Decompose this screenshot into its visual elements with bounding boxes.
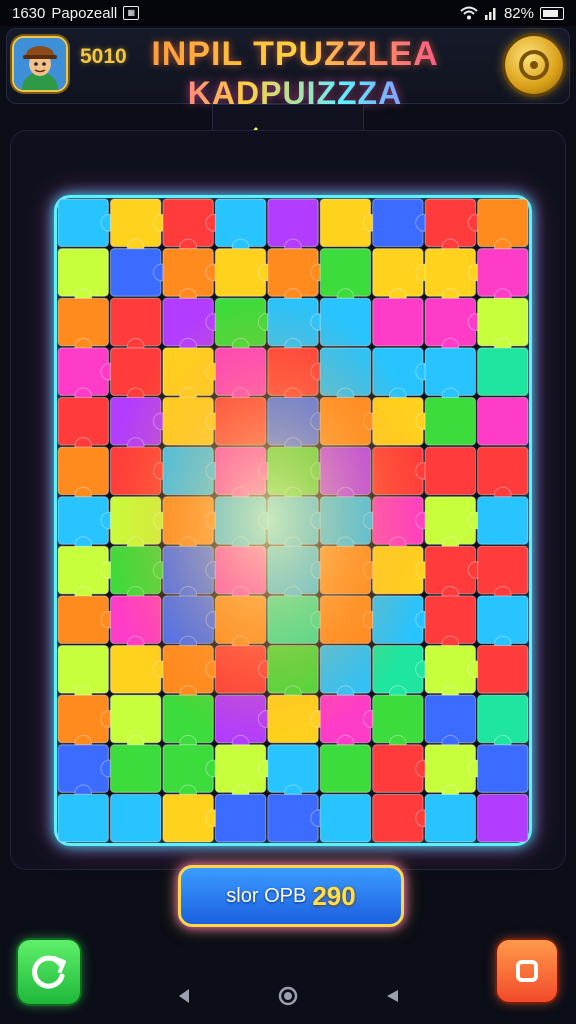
- game-title: INPIL TPUZZLEA KADPUIZZZA: [150, 34, 440, 112]
- status-bar: 1630 Papozeall ▦ 82%: [0, 0, 576, 26]
- puzzle-board[interactable]: [54, 195, 532, 846]
- notification-icon: ▦: [123, 6, 140, 20]
- status-time: 1630: [12, 4, 46, 22]
- recent-icon[interactable]: [380, 984, 404, 1008]
- coin-button[interactable]: [505, 36, 563, 94]
- battery-percent: 82%: [503, 4, 534, 22]
- back-icon[interactable]: [172, 984, 196, 1008]
- avatar-button[interactable]: [14, 38, 66, 90]
- score-button[interactable]: slor OPB 290: [178, 865, 404, 927]
- navigation-bar: [0, 968, 576, 1024]
- battery-icon: [540, 6, 564, 20]
- avatar-icon: [14, 38, 66, 90]
- title-line-1: INPIL TPUZZLEA: [151, 35, 439, 73]
- board-center-glow: [57, 198, 529, 843]
- signal-icon: [484, 8, 496, 20]
- status-right: 82%: [460, 5, 564, 22]
- status-app-label: Papozeall: [51, 4, 118, 22]
- wifi-icon: [460, 6, 478, 20]
- score-counter: 5010: [80, 45, 127, 68]
- home-icon[interactable]: [276, 984, 300, 1008]
- score-button-value: 290: [312, 880, 356, 911]
- score-button-label: slor OPB: [226, 884, 307, 907]
- puzzle-pieces-layer[interactable]: [57, 198, 529, 843]
- status-left: 1630 Papozeall ▦: [12, 4, 140, 22]
- coin-icon: [519, 50, 549, 80]
